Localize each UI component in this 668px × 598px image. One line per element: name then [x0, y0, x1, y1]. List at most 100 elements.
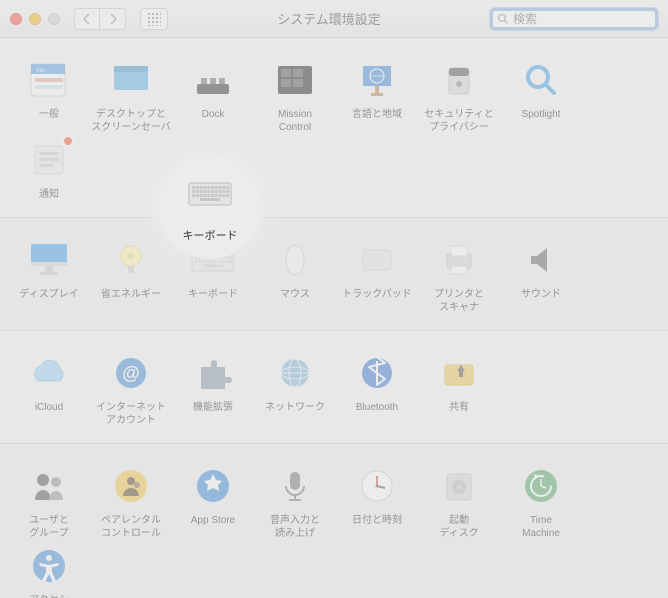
pref-label: Spotlight — [522, 108, 561, 121]
dictation-icon — [273, 464, 317, 508]
pref-label: 言語と地域 — [352, 108, 402, 121]
appstore-icon — [191, 464, 235, 508]
desktop-icon — [109, 58, 153, 102]
pref-label: Time Machine — [522, 514, 560, 540]
pref-item-network[interactable]: ネットワーク — [254, 349, 336, 429]
pref-label: アクセシ ビリティ — [29, 594, 69, 598]
pref-item-sharing[interactable]: 共有 — [418, 349, 500, 429]
pref-item-users[interactable]: ユーザと グループ — [8, 462, 90, 542]
pref-item-datetime[interactable]: 日付と時刻 — [336, 462, 418, 542]
pref-row: iCloud @ インターネット アカウント 機能拡張 ネットワーク Bluetooth 共… — [0, 331, 668, 444]
pref-item-keyboard[interactable]: キーボード — [172, 236, 254, 316]
pref-label: Dock — [202, 108, 225, 121]
window-title: システム環境設定 — [176, 9, 482, 28]
pref-label: 省エネルギー — [101, 288, 161, 301]
pref-row: File 一般 デスクトップと スクリーンセーバ Dock Mission Contro… — [0, 38, 668, 218]
users-icon — [27, 464, 71, 508]
pref-item-parental[interactable]: ペアレンタル コントロール — [90, 462, 172, 542]
pref-item-sound[interactable]: サウンド — [500, 236, 582, 316]
svg-text:@: @ — [122, 363, 140, 383]
energy-icon — [109, 238, 153, 282]
sharing-icon — [437, 351, 481, 395]
pref-item-displays[interactable]: ディスプレイ — [8, 236, 90, 316]
pref-item-dictation[interactable]: 音声入力と 読み上げ — [254, 462, 336, 542]
pref-item-energy[interactable]: 省エネルギー — [90, 236, 172, 316]
datetime-icon — [355, 464, 399, 508]
nav-buttons — [74, 8, 126, 30]
pref-label: 起動 ディスク — [439, 514, 478, 540]
search-input[interactable] — [513, 12, 668, 26]
pref-label: ネットワーク — [265, 401, 325, 414]
pref-item-bluetooth[interactable]: Bluetooth — [336, 349, 418, 429]
pref-label: 機能拡張 — [193, 401, 233, 414]
internet-icon: @ — [109, 351, 153, 395]
spotlight-icon — [519, 58, 563, 102]
pref-label: ユーザと グループ — [29, 514, 69, 540]
svg-text:File: File — [37, 68, 45, 74]
general-icon: File — [27, 58, 71, 102]
pref-item-mouse[interactable]: マウス — [254, 236, 336, 316]
printers-icon — [437, 238, 481, 282]
search-field[interactable] — [490, 8, 658, 30]
pref-item-spotlight[interactable]: Spotlight — [500, 56, 582, 136]
pref-row: ディスプレイ 省エネルギー キーボード マウス トラックパッドプリンタと スキャナサウン… — [0, 218, 668, 331]
pref-item-startup[interactable]: 起動 ディスク — [418, 462, 500, 542]
mission-icon — [273, 58, 317, 102]
notification-badge — [62, 135, 74, 147]
pref-label: デスクトップと スクリーンセーバ — [91, 108, 170, 134]
pref-label: マウス — [280, 288, 310, 301]
pref-label: インターネット アカウント — [96, 401, 166, 427]
parental-icon — [109, 464, 153, 508]
pref-label: ペアレンタル コントロール — [101, 514, 161, 540]
pref-label: 日付と時刻 — [352, 514, 402, 527]
keyboard-icon — [191, 238, 235, 282]
pref-item-extensions[interactable]: 機能拡張 — [172, 349, 254, 429]
pref-item-language[interactable]: 言語と地域 — [336, 56, 418, 136]
pref-item-general[interactable]: File 一般 — [8, 56, 90, 136]
pref-label: キーボード — [188, 288, 238, 301]
pref-item-security[interactable]: セキュリティと プライバシー — [418, 56, 500, 136]
pref-label: Mission Control — [278, 108, 312, 134]
pref-label: セキュリティと プライバシー — [424, 108, 493, 134]
pref-label: 共有 — [449, 401, 469, 414]
pref-label: 通知 — [39, 188, 59, 201]
titlebar: システム環境設定 — [0, 0, 668, 38]
accessibility-icon — [27, 544, 71, 588]
pref-item-notifications[interactable]: 通知 — [8, 136, 90, 203]
pref-item-trackpad[interactable]: トラックパッド — [336, 236, 418, 316]
back-button[interactable] — [74, 8, 100, 30]
pref-item-appstore[interactable]: App Store — [172, 462, 254, 542]
pref-item-icloud[interactable]: iCloud — [8, 349, 90, 429]
startup-icon — [437, 464, 481, 508]
dock-icon — [191, 58, 235, 102]
chevron-left-icon — [83, 14, 91, 24]
timemachine-icon — [519, 464, 563, 508]
pref-label: ディスプレイ — [19, 288, 78, 301]
close-window-button[interactable] — [10, 13, 22, 25]
notifications-icon — [27, 138, 71, 182]
show-all-button[interactable] — [140, 8, 168, 30]
search-icon — [497, 13, 509, 25]
pref-item-desktop[interactable]: デスクトップと スクリーンセーバ — [90, 56, 172, 136]
pref-item-printers[interactable]: プリンタと スキャナ — [418, 236, 500, 316]
pref-label: 一般 — [39, 108, 59, 121]
trackpad-icon — [355, 238, 399, 282]
security-icon — [437, 58, 481, 102]
pref-item-accessibility[interactable]: アクセシ ビリティ — [8, 542, 90, 598]
pref-item-dock[interactable]: Dock — [172, 56, 254, 136]
displays-icon — [27, 238, 71, 282]
pref-label: iCloud — [35, 401, 63, 414]
minimize-window-button[interactable] — [29, 13, 41, 25]
pref-item-timemachine[interactable]: Time Machine — [500, 462, 582, 542]
preference-panes: File 一般 デスクトップと スクリーンセーバ Dock Mission Contro… — [0, 38, 668, 598]
network-icon — [273, 351, 317, 395]
sound-icon — [519, 238, 563, 282]
extensions-icon — [191, 351, 235, 395]
pref-item-internet[interactable]: @ インターネット アカウント — [90, 349, 172, 429]
forward-button[interactable] — [100, 8, 126, 30]
grid-icon — [147, 12, 161, 26]
bluetooth-icon — [355, 351, 399, 395]
zoom-window-button[interactable] — [48, 13, 60, 25]
pref-row: ユーザと グループ ペアレンタル コントロール App Store音声入力と 読み上… — [0, 444, 668, 598]
pref-item-mission[interactable]: Mission Control — [254, 56, 336, 136]
